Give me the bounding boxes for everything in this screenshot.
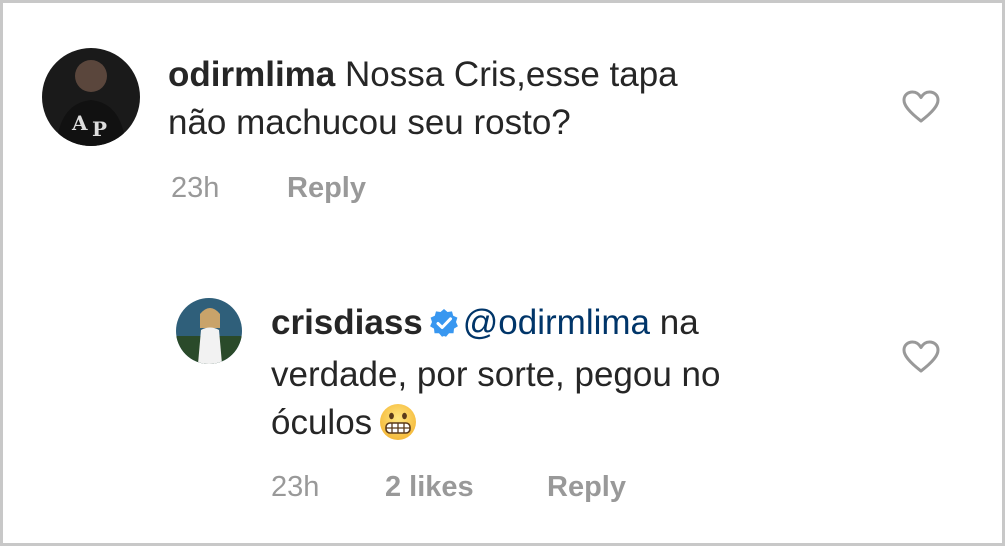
heart-outline-icon[interactable] [902, 90, 940, 124]
heart-outline-icon[interactable] [902, 340, 940, 374]
avatar[interactable] [176, 298, 242, 364]
username[interactable]: odirmlima [168, 55, 335, 94]
comment-crisdiass: crisdiass @odirmlima na verdade, por sort… [3, 243, 1005, 543]
verified-badge-icon [429, 303, 459, 351]
grimacing-face-emoji [378, 402, 418, 455]
mention-link[interactable]: @odirmlima [463, 303, 650, 342]
comment-text-line-1: na [650, 303, 699, 342]
avatar[interactable]: A P [42, 48, 140, 146]
timestamp[interactable]: 23h [271, 470, 319, 504]
reply-button[interactable]: Reply [287, 171, 366, 205]
comment-meta: 23h 2 likes Reply [271, 470, 791, 510]
comment-text-line-2: não machucou seu rosto? [168, 103, 571, 142]
svg-text:A: A [71, 111, 88, 135]
comment-odirmlima: A P odirmlima Nossa Cris,esse tapa não m… [3, 3, 1005, 243]
username[interactable]: crisdiass [271, 303, 423, 342]
likes-count[interactable]: 2 likes [385, 470, 474, 504]
comment-text-line-3: óculos [271, 403, 373, 442]
comment-text-line-1: Nossa Cris,esse tapa [345, 55, 678, 94]
comment-thread: A P odirmlima Nossa Cris,esse tapa não m… [0, 0, 1005, 546]
comment-text-line-2: verdade, por sorte, pegou no [271, 355, 721, 394]
timestamp[interactable]: 23h [171, 171, 219, 205]
svg-text:P: P [92, 117, 107, 141]
comment-text: crisdiass @odirmlima na verdade, por sort… [271, 299, 891, 455]
comment-text: odirmlima Nossa Cris,esse tapa não machu… [168, 51, 848, 147]
reply-button[interactable]: Reply [547, 470, 626, 504]
comment-meta: 23h Reply [171, 171, 571, 211]
